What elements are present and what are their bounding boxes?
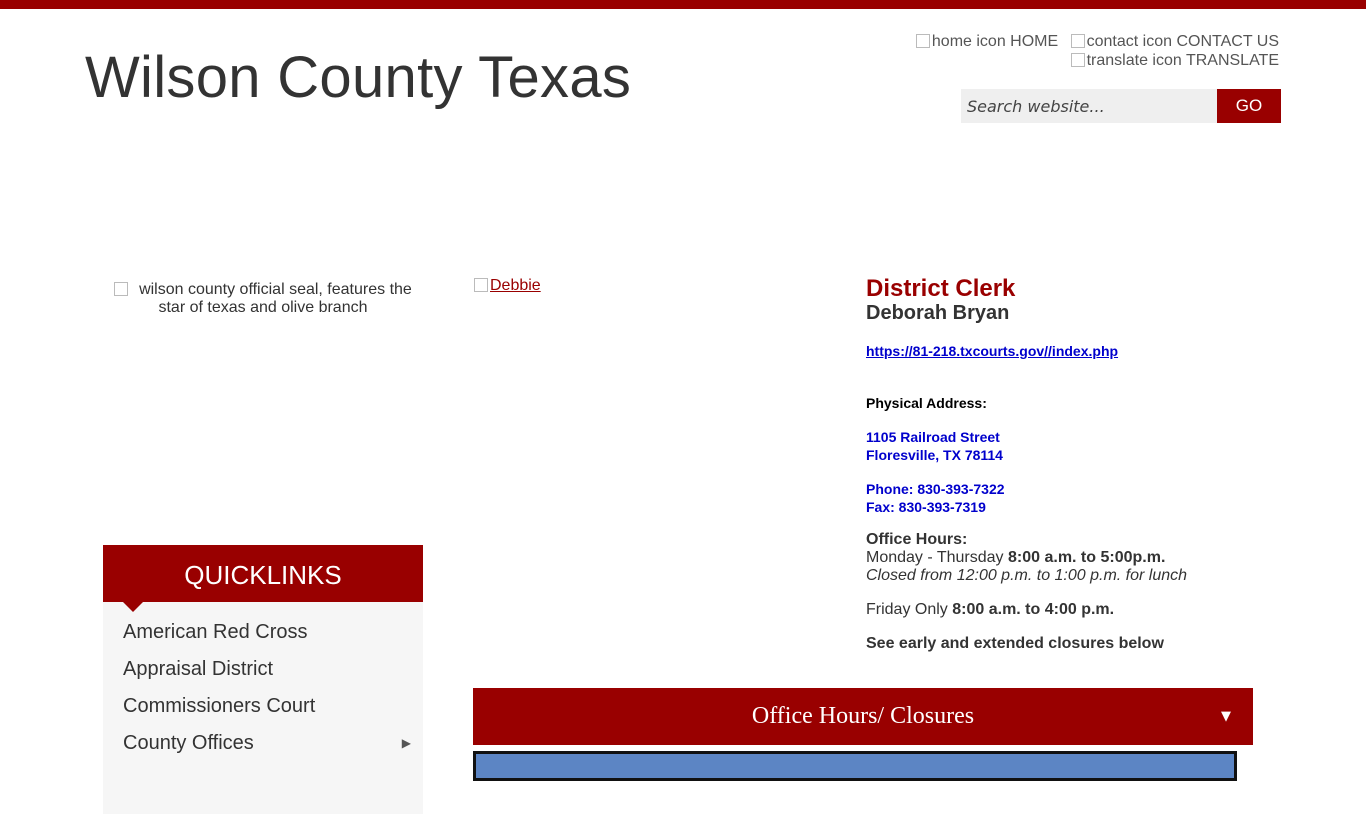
address-label: Physical Address: bbox=[866, 395, 987, 411]
address-line-2: Floresville, TX 78114 bbox=[866, 447, 1003, 463]
mon-thu-hours: 8:00 a.m. to 5:00p.m. bbox=[1008, 549, 1166, 566]
friday-prefix: Friday Only bbox=[866, 601, 953, 618]
accordion-title: Office Hours/ Closures bbox=[751, 703, 975, 729]
quicklinks-notch bbox=[123, 602, 143, 612]
quicklink-commissioners-court[interactable]: Commissioners Court bbox=[103, 688, 423, 725]
office-hours: Office Hours: Monday - Thursday 8:00 a.m… bbox=[866, 531, 1187, 585]
address-block: 1105 Railroad Street Floresville, TX 781… bbox=[866, 428, 1003, 464]
contact-numbers: Phone: 830-393-7322 Fax: 830-393-7319 bbox=[866, 480, 1005, 516]
quicklink-label: Commissioners Court bbox=[123, 695, 316, 717]
quicklink-appraisal-district[interactable]: Appraisal District bbox=[103, 651, 423, 688]
quicklink-label: American Red Cross bbox=[123, 621, 308, 643]
translate-icon bbox=[1070, 53, 1085, 67]
address-line-1: 1105 Railroad Street bbox=[866, 429, 1000, 445]
mon-thu-prefix: Monday - Thursday bbox=[866, 549, 1008, 566]
quicklinks-title: QUICKLINKS bbox=[184, 560, 342, 590]
quicklinks-list: American Red Cross Appraisal District Co… bbox=[103, 602, 423, 814]
chevron-down-icon: ▼ bbox=[1221, 709, 1231, 724]
mon-thu-hours-line: Monday - Thursday 8:00 a.m. to 5:00p.m. bbox=[866, 549, 1187, 567]
contact-icon-alt: contact icon bbox=[1086, 33, 1173, 50]
county-seal-image: wilson county official seal, features th… bbox=[104, 281, 422, 317]
clerk-info: District Clerk Deborah Bryan https://81-… bbox=[866, 275, 1266, 653]
top-accent-bar bbox=[0, 0, 1366, 9]
utility-nav-row-1: home icon HOME contact icon CONTACT US bbox=[908, 33, 1279, 51]
photo-broken-image-icon bbox=[474, 278, 488, 292]
clerk-photo-alt: Debbie bbox=[490, 277, 541, 294]
friday-hours-line: Friday Only 8:00 a.m. to 4:00 p.m. bbox=[866, 601, 1114, 619]
phone-number: Phone: 830-393-7322 bbox=[866, 481, 1005, 497]
home-link[interactable]: home icon HOME bbox=[915, 33, 1059, 50]
seal-broken-image-icon bbox=[114, 282, 129, 296]
seal-alt-text: wilson county official seal, features th… bbox=[139, 281, 412, 316]
home-icon-alt: home icon bbox=[931, 33, 1006, 50]
friday-hours: 8:00 a.m. to 4:00 p.m. bbox=[952, 601, 1115, 618]
lunch-note: Closed from 12:00 p.m. to 1:00 p.m. for … bbox=[866, 567, 1188, 584]
contact-link[interactable]: contact icon CONTACT US bbox=[1070, 33, 1279, 50]
clerk-photo-link[interactable]: Debbie bbox=[474, 277, 541, 294]
translate-label: TRANSLATE bbox=[1185, 52, 1279, 69]
contact-icon bbox=[1070, 34, 1085, 48]
quicklink-american-red-cross[interactable]: American Red Cross bbox=[103, 614, 423, 651]
quicklink-label: County Offices bbox=[123, 732, 254, 754]
closures-content-panel bbox=[473, 751, 1237, 781]
quicklink-label: Appraisal District bbox=[123, 658, 274, 680]
hours-label: Office Hours: bbox=[866, 531, 968, 548]
clerk-photo: Debbie bbox=[474, 277, 541, 295]
translate-link[interactable]: translate icon TRANSLATE bbox=[1070, 52, 1279, 69]
home-icon bbox=[915, 34, 930, 48]
clerk-name: Deborah Bryan bbox=[866, 302, 1010, 324]
translate-icon-alt: translate icon bbox=[1086, 52, 1182, 69]
office-title: District Clerk bbox=[866, 275, 1016, 302]
search-go-button[interactable]: GO bbox=[1217, 89, 1281, 123]
search-input[interactable] bbox=[961, 89, 1217, 123]
submenu-arrow-icon: ▶ bbox=[401, 736, 411, 750]
court-website-link[interactable]: https://81-218.txcourts.gov//index.php bbox=[866, 343, 1118, 359]
search-form: GO bbox=[961, 89, 1281, 123]
home-label: HOME bbox=[1010, 33, 1059, 50]
quicklinks-panel: QUICKLINKS American Red Cross Appraisal … bbox=[103, 545, 423, 814]
utility-nav-row-2: translate icon TRANSLATE bbox=[1063, 52, 1279, 70]
quicklinks-header: QUICKLINKS bbox=[103, 545, 423, 612]
fax-number: Fax: 830-393-7319 bbox=[866, 499, 986, 515]
quicklink-county-offices[interactable]: County Offices ▶ bbox=[103, 725, 423, 762]
site-title[interactable]: Wilson County Texas bbox=[85, 44, 631, 111]
office-hours-closures-accordion[interactable]: Office Hours/ Closures ▼ bbox=[473, 688, 1253, 745]
contact-label: CONTACT US bbox=[1176, 33, 1279, 50]
closures-note: See early and extended closures below bbox=[866, 635, 1164, 652]
